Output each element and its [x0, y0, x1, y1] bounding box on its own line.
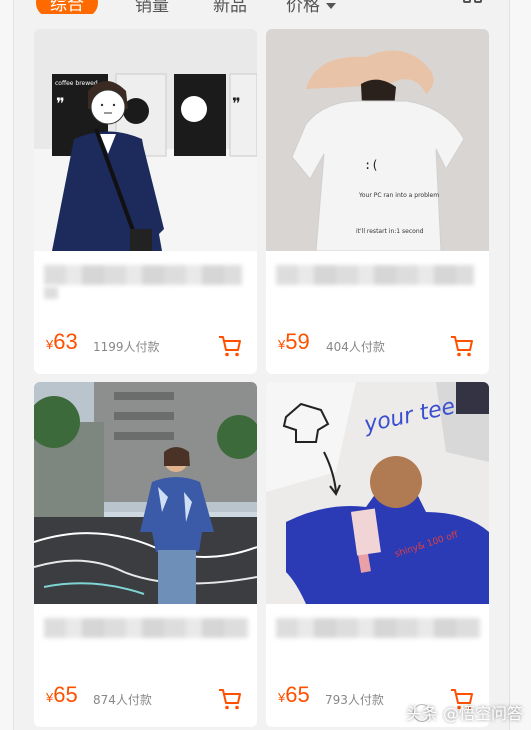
app-frame: 综合 销量 新品 价格 coffee brewed ❞ ❞ ¥63 1199人付…: [0, 0, 531, 730]
shirt-text: :(: [364, 158, 378, 172]
poster-text: coffee brewed: [55, 80, 98, 87]
shirt-line-1: Your PC ran into a problem: [358, 192, 439, 199]
product-card[interactable]: ¥65 874人付款: [34, 382, 257, 727]
price: ¥65: [278, 682, 310, 708]
price: ¥59: [278, 329, 310, 355]
paid-count: 874人付款: [93, 693, 152, 707]
sort-bar: 综合 销量 新品 价格: [14, 0, 509, 14]
cart-icon[interactable]: [450, 334, 474, 358]
shirt-line-2: it'll restart in:1 second: [356, 228, 424, 235]
tab-comprehensive[interactable]: 综合: [36, 0, 98, 14]
svg-text:❞: ❞: [232, 94, 241, 113]
watermark: 头条 @悟空问答: [405, 704, 523, 723]
product-title-blurred: [276, 265, 474, 285]
product-image[interactable]: coffee brewed ❞ ❞: [34, 29, 257, 251]
product-title-blurred: [44, 618, 249, 638]
price-value: 65: [285, 682, 310, 707]
right-rail: [509, 0, 531, 730]
price: ¥63: [46, 329, 78, 355]
grid-layout-icon[interactable]: [463, 0, 483, 10]
product-title-blurred: [276, 618, 481, 638]
left-rail: [0, 0, 14, 730]
paid-count: 793人付款: [325, 693, 384, 707]
product-card[interactable]: :( Your PC ran into a problem it'll rest…: [266, 29, 489, 374]
paid-count: 404人付款: [326, 340, 385, 354]
product-card[interactable]: your tee shiny& 100 off ¥65 793人付款: [266, 382, 489, 727]
cart-icon[interactable]: [218, 687, 242, 711]
tab-price[interactable]: 价格: [286, 0, 336, 14]
caret-down-icon: [326, 3, 336, 9]
price-value: 63: [53, 329, 78, 354]
product-card[interactable]: coffee brewed ❞ ❞ ¥63 1199人付款: [34, 29, 257, 374]
tab-new[interactable]: 新品: [213, 0, 247, 14]
paid-count: 1199人付款: [93, 340, 160, 354]
cart-icon[interactable]: [218, 334, 242, 358]
tab-sales[interactable]: 销量: [135, 0, 169, 14]
product-image[interactable]: [34, 382, 257, 604]
price-value: 65: [53, 682, 78, 707]
product-image[interactable]: :( Your PC ran into a problem it'll rest…: [266, 29, 489, 251]
product-title-blurred-line: [44, 287, 58, 299]
tab-price-label: 价格: [286, 0, 320, 14]
product-image[interactable]: your tee shiny& 100 off: [266, 382, 489, 604]
svg-text:❞: ❞: [56, 94, 65, 113]
price: ¥65: [46, 682, 78, 708]
product-title-blurred: [44, 265, 242, 285]
price-value: 59: [285, 329, 310, 354]
